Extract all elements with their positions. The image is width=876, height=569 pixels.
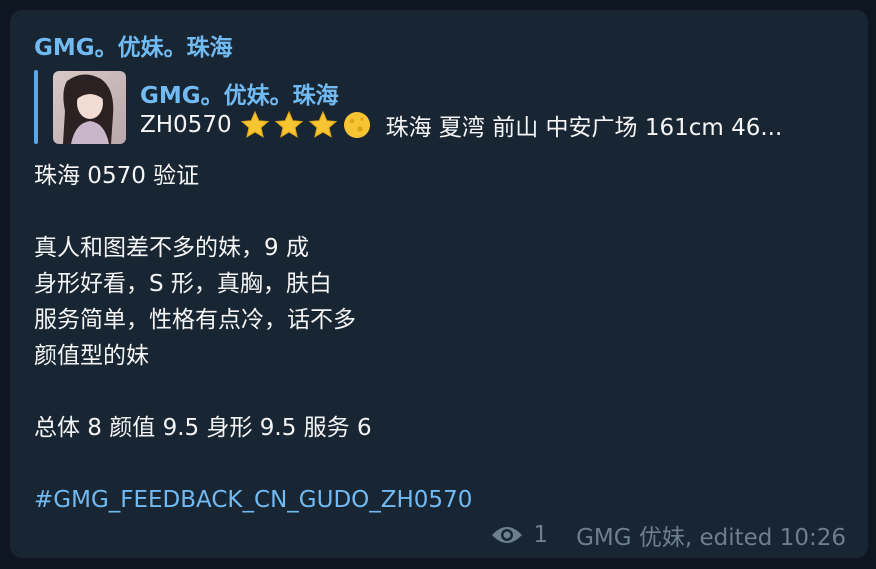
reply-code: ZH0570 xyxy=(140,112,232,138)
message-body: 珠海 0570 验证 真人和图差不多的妹，9 成 身形好看，S 形，真胸，肤白 … xyxy=(34,158,472,518)
hashtag-link[interactable]: #GMG_FEEDBACK_CN_GUDO_ZH0570 xyxy=(34,482,472,518)
sender-name[interactable]: GMG。优妹。珠海 xyxy=(34,28,233,62)
reply-text: ZH0570 珠海 夏湾 前山 中安广场 161cm 46... xyxy=(140,108,852,142)
message-bubble[interactable]: GMG。优妹。珠海 GMG。优妹。珠海 ZH0570 珠海 夏湾 前山 中安广场… xyxy=(10,10,868,558)
reply-details: 珠海 夏湾 前山 中安广场 161cm 46... xyxy=(385,115,783,141)
message-meta: 1 GMG 优妹, edited 10:26 xyxy=(491,518,846,552)
message-line: 颜值型的妹 xyxy=(34,343,149,369)
message-footer: GMG 优妹, edited 10:26 xyxy=(576,525,846,551)
reply-bar xyxy=(34,70,38,144)
message-line: 真人和图差不多的妹，9 成 xyxy=(34,235,309,261)
message-line: 总体 8 颜值 9.5 身形 9.5 服务 6 xyxy=(34,415,372,441)
half-moon-icon xyxy=(343,112,370,138)
reply-preview[interactable]: GMG。优妹。珠海 ZH0570 珠海 夏湾 前山 中安广场 161cm 46.… xyxy=(34,70,852,144)
message-line: 服务简单，性格有点冷，话不多 xyxy=(34,307,356,333)
reply-thumbnail xyxy=(53,71,126,144)
star-icon xyxy=(308,110,337,138)
message-line: 珠海 0570 验证 xyxy=(34,163,200,189)
view-count: 1 xyxy=(533,522,549,548)
message-line xyxy=(34,446,472,482)
message-line xyxy=(34,374,472,410)
star-icon xyxy=(240,110,269,138)
reply-title: GMG。优妹。珠海 xyxy=(140,83,339,109)
message-line xyxy=(34,194,472,230)
message-line: 身形好看，S 形，真胸，肤白 xyxy=(34,271,332,297)
eye-icon xyxy=(492,527,523,543)
star-icon xyxy=(274,110,303,138)
